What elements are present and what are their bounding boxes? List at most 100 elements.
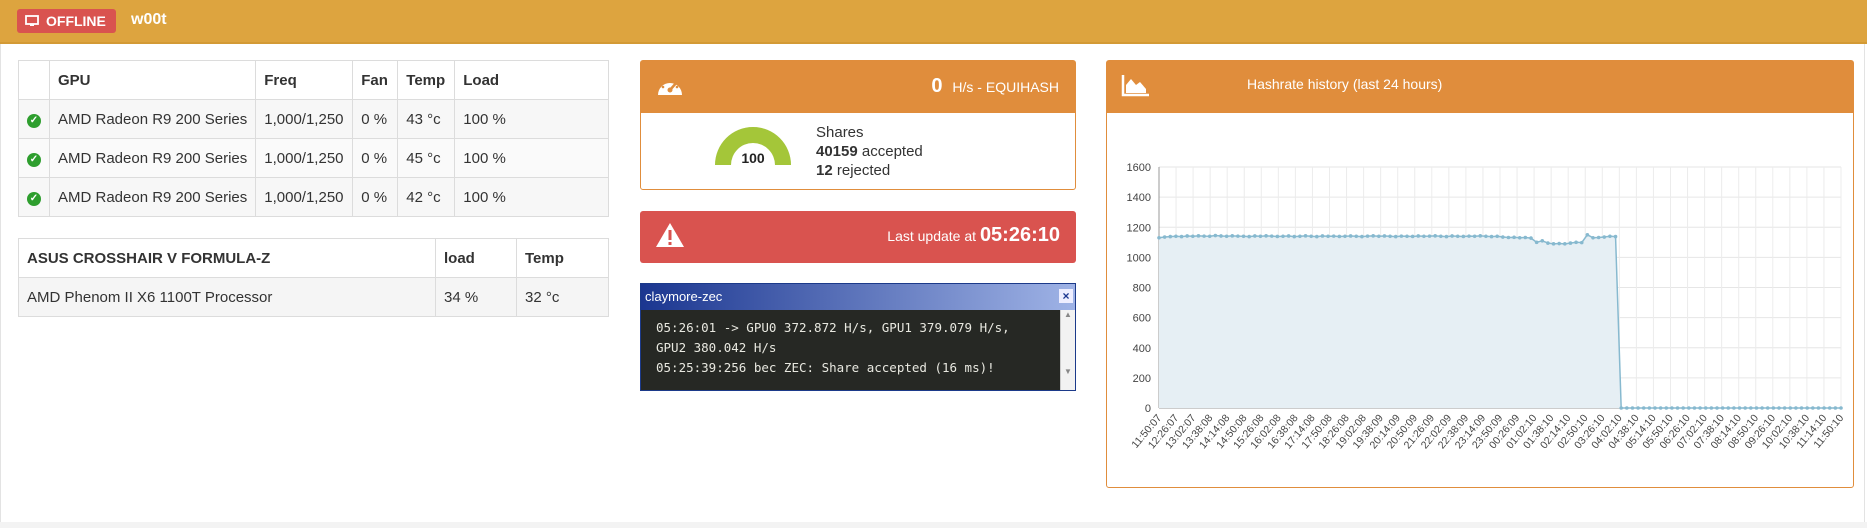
gpu-load: 100 % — [454, 138, 609, 178]
data-point — [1230, 234, 1235, 238]
data-point — [1512, 235, 1516, 240]
check-circle-icon: ✓ — [27, 192, 41, 206]
miner-console: claymore-zec × 05:26:01 -> GPU0 372.872 … — [640, 283, 1076, 391]
data-point — [1393, 234, 1398, 239]
data-point — [1162, 235, 1167, 239]
area-chart-icon — [1121, 75, 1149, 97]
data-point — [1765, 406, 1770, 410]
hashrate-history-chart: 0200400600800100012001400160011:50:0712:… — [1127, 162, 1847, 451]
data-point — [1219, 234, 1223, 238]
data-point — [1602, 235, 1607, 239]
data-point — [1568, 241, 1573, 245]
data-point — [1354, 234, 1359, 239]
data-point — [1185, 234, 1189, 238]
table-row: ✓ AMD Radeon R9 200 Series 1,000/1,250 0… — [18, 138, 609, 178]
column-header-motherboard: ASUS CROSSHAIR V FORMULA-Z — [18, 238, 436, 278]
data-point — [1557, 241, 1561, 246]
close-icon[interactable]: × — [1059, 289, 1073, 303]
gpu-fan: 0 % — [352, 177, 399, 217]
y-tick-label: 400 — [1133, 343, 1151, 355]
column-header-temp: Temp — [516, 238, 609, 278]
gpu-temp: 45 °c — [397, 138, 456, 178]
data-point — [1546, 241, 1550, 245]
data-point — [1298, 234, 1302, 239]
data-point — [1579, 240, 1584, 245]
data-point — [1777, 406, 1781, 410]
y-tick-label: 600 — [1133, 313, 1151, 325]
gpu-name: AMD Radeon R9 200 Series — [48, 177, 257, 217]
data-point — [1467, 234, 1471, 238]
cpu-name: AMD Phenom II X6 1100T Processor — [18, 277, 436, 317]
data-point — [1382, 234, 1387, 238]
data-point — [1450, 234, 1454, 238]
gpu-temp: 42 °c — [397, 177, 456, 217]
gpu-load: 100 % — [454, 99, 609, 139]
gauge-value: 100 — [741, 150, 765, 166]
console-scrollbar[interactable]: ▲ ▼ — [1060, 310, 1075, 390]
status-cell: ✓ — [18, 99, 50, 139]
data-point — [1822, 406, 1826, 410]
data-point — [1794, 406, 1798, 410]
data-point — [1264, 234, 1268, 238]
data-point — [1309, 234, 1313, 239]
data-point — [1715, 406, 1719, 410]
gpu-name: AMD Radeon R9 200 Series — [48, 138, 257, 178]
y-tick-label: 200 — [1133, 373, 1151, 385]
gpu-table: GPU Freq Fan Temp Load ✓ AMD Radeon R9 2… — [18, 60, 609, 217]
column-header-gpu: GPU — [48, 60, 257, 100]
data-point — [1258, 234, 1263, 239]
data-point — [1326, 234, 1330, 239]
data-point — [1405, 234, 1409, 239]
data-point — [1608, 234, 1612, 239]
data-point — [1636, 406, 1640, 410]
data-point — [1303, 234, 1308, 238]
data-point — [1551, 242, 1556, 246]
chart-title: Hashrate history (last 24 hours) — [1247, 76, 1443, 92]
data-point — [1726, 406, 1731, 410]
data-point — [1168, 234, 1173, 239]
column-header-freq: Freq — [255, 60, 354, 100]
scroll-up-icon[interactable]: ▲ — [1061, 310, 1075, 319]
data-point — [1641, 406, 1646, 410]
data-point — [1433, 234, 1437, 238]
hashrate-number: 0 — [931, 75, 943, 97]
data-point — [1292, 234, 1297, 239]
data-point — [1839, 406, 1843, 410]
data-point — [1517, 235, 1522, 240]
status-column-header — [18, 60, 50, 100]
footer-divider — [0, 522, 1867, 528]
data-point — [1630, 406, 1635, 410]
table-row: ✓ AMD Radeon R9 200 Series 1,000/1,250 0… — [18, 99, 609, 139]
data-point — [1371, 234, 1375, 238]
data-point — [1647, 406, 1652, 410]
offline-status-badge[interactable]: OFFLINE — [17, 9, 116, 33]
data-point — [1444, 234, 1449, 239]
console-output: 05:26:01 -> GPU0 372.872 H/s, GPU1 379.0… — [641, 310, 1075, 378]
data-point — [1506, 235, 1511, 240]
data-point — [1416, 234, 1421, 238]
data-point — [1281, 234, 1285, 239]
console-title: claymore-zec — [645, 289, 723, 304]
table-row: AMD Phenom II X6 1100T Processor 34 % 32… — [18, 277, 609, 317]
data-point — [1805, 406, 1809, 410]
data-point — [1427, 234, 1432, 238]
y-tick-label: 1600 — [1127, 162, 1151, 174]
data-point — [1574, 240, 1578, 245]
data-point — [1681, 406, 1685, 410]
data-point — [1720, 406, 1725, 410]
data-point — [1365, 234, 1370, 238]
data-point — [1523, 235, 1528, 240]
data-point — [1495, 234, 1499, 239]
data-point — [1196, 234, 1201, 238]
scroll-down-icon[interactable]: ▼ — [1061, 367, 1075, 376]
data-point — [1439, 234, 1443, 239]
data-point — [1816, 406, 1821, 410]
gpu-freq: 1,000/1,250 — [255, 99, 354, 139]
gpu-load: 100 % — [454, 177, 609, 217]
data-point — [1320, 234, 1325, 238]
data-point — [1388, 234, 1392, 239]
data-point — [1771, 406, 1776, 410]
data-point — [1687, 406, 1691, 410]
hashrate-panel-header: 0 H/s - EQUIHASH — [641, 61, 1075, 113]
y-tick-label: 1400 — [1127, 192, 1151, 204]
